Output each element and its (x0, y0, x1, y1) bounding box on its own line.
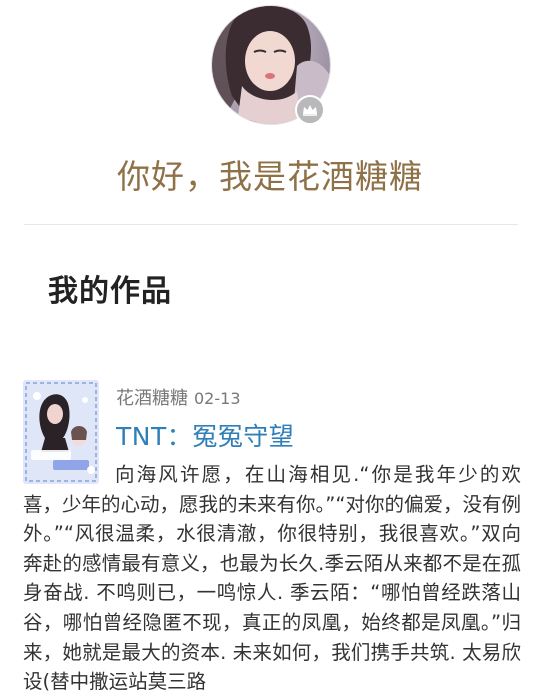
profile-avatar-area[interactable] (211, 5, 333, 127)
work-meta: 花酒糖糖 02-13 (116, 384, 241, 410)
crown-badge (295, 95, 325, 125)
work-title[interactable]: TNT：冤冤守望 (116, 417, 294, 453)
work-author[interactable]: 花酒糖糖 (116, 388, 188, 409)
work-summary[interactable]: 向海风许愿，在山海相见.“你是我年少的欢喜，少年的心动，愿我的未来有你。”“对你… (23, 460, 521, 697)
work-date: 02-13 (194, 389, 241, 408)
crown-icon (303, 105, 317, 116)
section-title: 我的作品 (48, 274, 172, 309)
divider (24, 224, 518, 225)
profile-greeting: 你好，我是花酒糖糖 (117, 157, 423, 196)
